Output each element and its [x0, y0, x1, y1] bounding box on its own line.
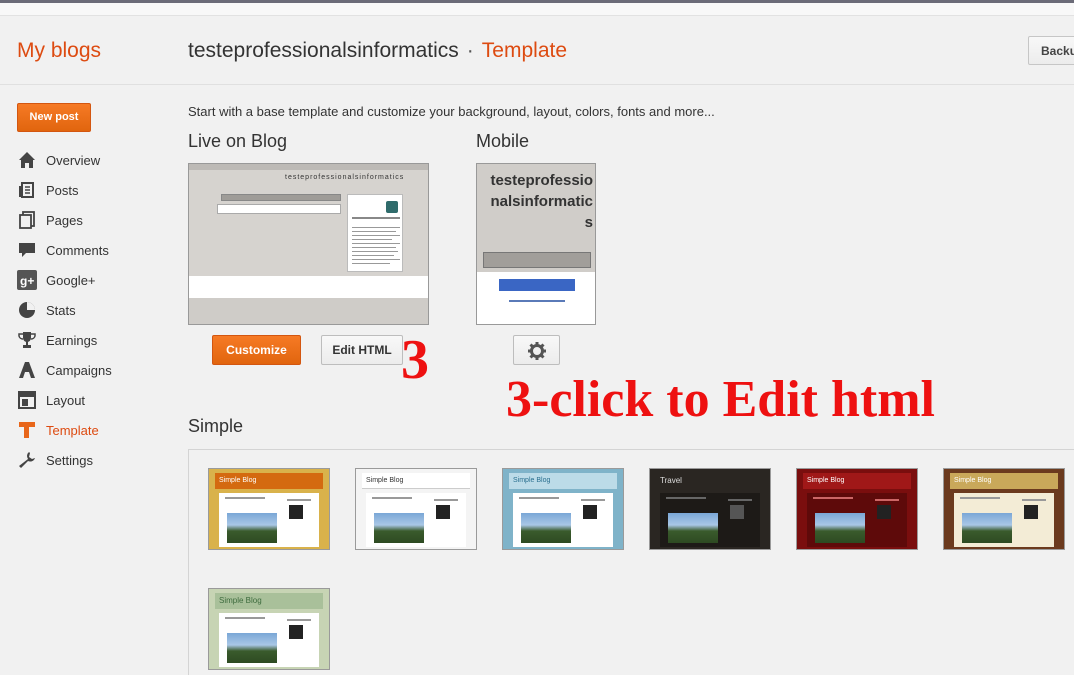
sidebar-item-earnings[interactable]: Earnings	[17, 325, 177, 355]
home-icon	[17, 150, 37, 170]
pie-chart-icon	[17, 300, 37, 320]
theme-title: Simple Blog	[950, 473, 1058, 489]
preview-bottom	[189, 298, 428, 324]
sidebar-item-label: Campaigns	[46, 362, 112, 378]
theme-title: Simple Blog	[509, 473, 617, 489]
page-title: Template	[481, 39, 568, 62]
sidebar-item-pages[interactable]: Pages	[17, 205, 177, 235]
preview-blog-title: testeprofessionalsinformatics	[285, 174, 405, 181]
customize-button[interactable]: Customize	[212, 335, 301, 365]
trophy-icon	[17, 330, 37, 350]
sidebar-item-settings[interactable]: Settings	[17, 445, 177, 475]
theme-thumbnail[interactable]: Simple Blog	[796, 468, 918, 550]
theme-title: Simple Blog	[215, 473, 323, 489]
header: My blogs testeprofessionalsinformatics · T…	[0, 17, 1074, 85]
wrench-icon	[17, 450, 37, 470]
intro-text: Start with a base template and customize…	[188, 104, 715, 119]
sidebar-item-label: Posts	[46, 182, 79, 198]
theme-thumbnail[interactable]: Simple Blog	[208, 588, 330, 670]
sidebar-item-label: Stats	[46, 302, 76, 318]
mobile-settings-button[interactable]	[513, 335, 560, 365]
sidebar-item-label: Settings	[46, 452, 93, 468]
sidebar-item-label: Pages	[46, 212, 83, 228]
theme-thumbnail[interactable]: Simple Blog	[355, 468, 477, 550]
sidebar-item-label: Google+	[46, 272, 96, 288]
browser-top-strip	[0, 0, 1074, 16]
breadcrumb: testeprofessionalsinformatics · Template	[188, 39, 567, 63]
preview-post-header	[217, 204, 341, 214]
sidebar-item-layout[interactable]: Layout	[17, 385, 177, 415]
theme-thumbnail[interactable]: Simple Blog	[502, 468, 624, 550]
mobile-preview[interactable]: testeprofessionalsinformatics	[476, 163, 596, 325]
sidebar-item-google-plus[interactable]: g+ Google+	[17, 265, 177, 295]
preview-sidebar	[347, 194, 403, 272]
sidebar-item-label: Comments	[46, 242, 109, 258]
sidebar-item-template[interactable]: Template	[17, 415, 177, 445]
sidebar-item-label: Earnings	[46, 332, 98, 348]
preview-tab-bar	[221, 194, 341, 201]
layout-icon	[17, 390, 37, 410]
theme-thumbnail[interactable]: Travel	[649, 468, 771, 550]
edit-html-button[interactable]: Edit HTML	[321, 335, 403, 365]
google-plus-icon: g+	[17, 270, 37, 290]
backup-restore-button[interactable]: Backu	[1028, 36, 1074, 65]
mobile-preview-title: testeprofessionalsinformatics	[490, 172, 593, 231]
theme-title: Simple Blog	[215, 593, 323, 609]
campaigns-icon	[17, 360, 37, 380]
pages-icon	[17, 210, 37, 230]
theme-title: Simple Blog	[362, 473, 470, 489]
annotation-step-number: 3	[401, 329, 429, 391]
mobile-preview-bar	[483, 252, 591, 268]
sidebar-item-overview[interactable]: Overview	[17, 145, 177, 175]
sidebar-item-stats[interactable]: Stats	[17, 295, 177, 325]
sidebar-item-posts[interactable]: Posts	[17, 175, 177, 205]
mobile-preview-body	[477, 272, 595, 324]
sidebar-item-label: Template	[46, 422, 99, 438]
theme-title: Travel	[656, 473, 764, 489]
preview-navbar	[189, 164, 428, 170]
template-icon	[17, 420, 37, 440]
sidebar-item-label: Layout	[46, 392, 86, 408]
annotation-instruction: 3-click to Edit html	[506, 371, 935, 428]
preview-footer	[189, 276, 428, 298]
my-blogs-link[interactable]: My blogs	[17, 39, 101, 63]
svg-text:g+: g+	[20, 274, 34, 288]
blog-name[interactable]: testeprofessionalsinformatics	[188, 39, 459, 62]
theme-thumbnail[interactable]: Simple Blog	[943, 468, 1065, 550]
mobile-heading: Mobile	[476, 131, 530, 151]
posts-icon	[17, 180, 37, 200]
theme-title: Simple Blog	[803, 473, 911, 489]
breadcrumb-separator: ·	[466, 39, 474, 62]
sidebar-item-campaigns[interactable]: Campaigns	[17, 355, 177, 385]
simple-heading: Simple	[188, 416, 244, 436]
live-blog-preview[interactable]: testeprofessionalsinformatics	[188, 163, 429, 325]
gear-icon	[527, 342, 546, 363]
sidebar-nav: Overview Posts Pages Comments g+ Google+…	[17, 145, 177, 475]
simple-templates-panel: Simple Blog Simple Blog Simple Blog Trav…	[188, 449, 1074, 675]
live-on-blog-heading: Live on Blog	[188, 131, 288, 151]
comment-icon	[17, 240, 37, 260]
new-post-button[interactable]: New post	[17, 103, 91, 132]
sidebar-item-comments[interactable]: Comments	[17, 235, 177, 265]
sidebar-item-label: Overview	[46, 152, 101, 168]
theme-thumbnail[interactable]: Simple Blog	[208, 468, 330, 550]
